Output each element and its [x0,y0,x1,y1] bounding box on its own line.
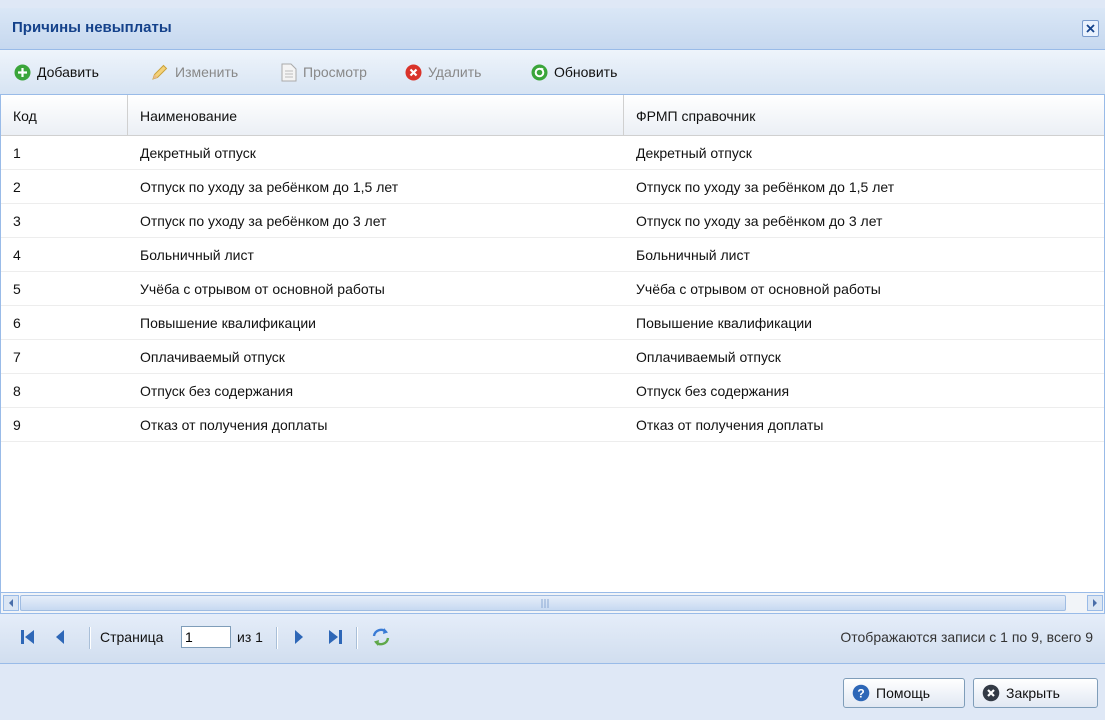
cell-frmp: Учёба с отрывом от основной работы [636,281,881,297]
close-icon[interactable] [1082,20,1099,37]
cell-name: Отпуск по уходу за ребёнком до 1,5 лет [140,179,399,195]
cell-code: 9 [13,417,21,433]
column-header-code[interactable]: Код [1,95,128,135]
scroll-left-icon[interactable] [3,595,19,611]
edit-button-label: Изменить [175,64,239,80]
paging-toolbar: Страница из 1 Отображаются записи с 1 по… [0,614,1105,664]
refresh-icon [531,64,548,80]
pencil-icon [152,64,168,80]
table-row[interactable]: 6 Повышение квалификации Повышение квали… [1,306,1104,340]
cell-frmp: Больничный лист [636,247,750,263]
cell-frmp: Оплачиваемый отпуск [636,349,781,365]
cell-code: 5 [13,281,21,297]
x-circle-icon [405,64,422,80]
column-header-frmp[interactable]: ФРМП справочник [624,95,1104,135]
cell-code: 6 [13,315,21,331]
scroll-right-icon[interactable] [1087,595,1103,611]
paging-separator [276,627,278,649]
delete-button[interactable]: Удалить [405,60,481,84]
page-label: Страница [100,629,164,645]
plus-circle-icon [14,64,31,80]
svg-text:?: ? [857,687,864,701]
help-button-label: Помощь [876,685,931,701]
dialog-footer: ? Помощь Закрыть [0,664,1105,720]
page-count-label: из 1 [237,629,263,645]
cell-code: 3 [13,213,21,229]
cell-frmp: Отпуск по уходу за ребёнком до 3 лет [636,213,883,229]
next-page-icon[interactable] [293,628,305,649]
paging-separator [89,627,91,649]
table-row[interactable]: 1 Декретный отпуск Декретный отпуск [1,136,1104,170]
cell-name: Отказ от получения доплаты [140,417,328,433]
title-bar: Причины невыплаты [0,8,1105,50]
cell-frmp: Декретный отпуск [636,145,752,161]
table-row[interactable]: 9 Отказ от получения доплаты Отказ от по… [1,408,1104,442]
cell-code: 7 [13,349,21,365]
prev-page-icon[interactable] [54,628,66,649]
cell-frmp: Отказ от получения доплаты [636,417,824,433]
cell-code: 4 [13,247,21,263]
table-row[interactable]: 4 Больничный лист Больничный лист [1,238,1104,272]
cell-name: Отпуск по уходу за ребёнком до 3 лет [140,213,387,229]
cell-frmp: Отпуск без содержания [636,383,790,399]
cell-name: Больничный лист [140,247,254,263]
data-grid: Код Наименование ФРМП справочник 1 Декре… [0,95,1105,592]
cell-name: Оплачиваемый отпуск [140,349,285,365]
paging-separator [356,627,358,649]
toolbar: Добавить Изменить Просмотр Удалить Обнов… [0,50,1105,95]
horizontal-scrollbar[interactable] [0,592,1105,614]
cell-code: 1 [13,145,21,161]
close-button[interactable]: Закрыть [973,678,1098,708]
cell-code: 8 [13,383,21,399]
document-icon [281,63,297,81]
close-button-label: Закрыть [1006,685,1060,701]
delete-button-label: Удалить [428,64,482,80]
paging-display-info: Отображаются записи с 1 по 9, всего 9 [840,629,1093,645]
cell-name: Декретный отпуск [140,145,256,161]
table-row[interactable]: 7 Оплачиваемый отпуск Оплачиваемый отпус… [1,340,1104,374]
edit-button[interactable]: Изменить [151,60,238,84]
refresh-icon[interactable] [370,626,392,651]
table-row[interactable]: 5 Учёба с отрывом от основной работы Учё… [1,272,1104,306]
add-button-label: Добавить [37,64,99,80]
cell-frmp: Отпуск по уходу за ребёнком до 1,5 лет [636,179,895,195]
dialog-window: Причины невыплаты Добавить Изменить Прос… [0,0,1105,720]
question-circle-icon: ? [852,684,870,702]
refresh-button[interactable]: Обновить [531,60,617,84]
x-circle-icon [982,684,1000,702]
help-button[interactable]: ? Помощь [843,678,965,708]
scroll-thumb[interactable] [20,595,1066,611]
grid-header: Код Наименование ФРМП справочник [1,95,1104,136]
cell-name: Повышение квалификации [140,315,316,331]
table-row[interactable]: 3 Отпуск по уходу за ребёнком до 3 лет О… [1,204,1104,238]
add-button[interactable]: Добавить [14,60,99,84]
view-button[interactable]: Просмотр [281,60,367,84]
last-page-icon[interactable] [327,628,343,649]
cell-code: 2 [13,179,21,195]
cell-frmp: Повышение квалификации [636,315,812,331]
first-page-icon[interactable] [20,628,36,649]
refresh-button-label: Обновить [554,64,618,80]
view-button-label: Просмотр [303,64,367,80]
column-header-name[interactable]: Наименование [128,95,624,135]
cell-name: Отпуск без содержания [140,383,294,399]
table-row[interactable]: 8 Отпуск без содержания Отпуск без содер… [1,374,1104,408]
cell-name: Учёба с отрывом от основной работы [140,281,385,297]
page-number-input[interactable] [181,626,231,648]
table-row[interactable]: 2 Отпуск по уходу за ребёнком до 1,5 лет… [1,170,1104,204]
window-title: Причины невыплаты [12,19,172,36]
